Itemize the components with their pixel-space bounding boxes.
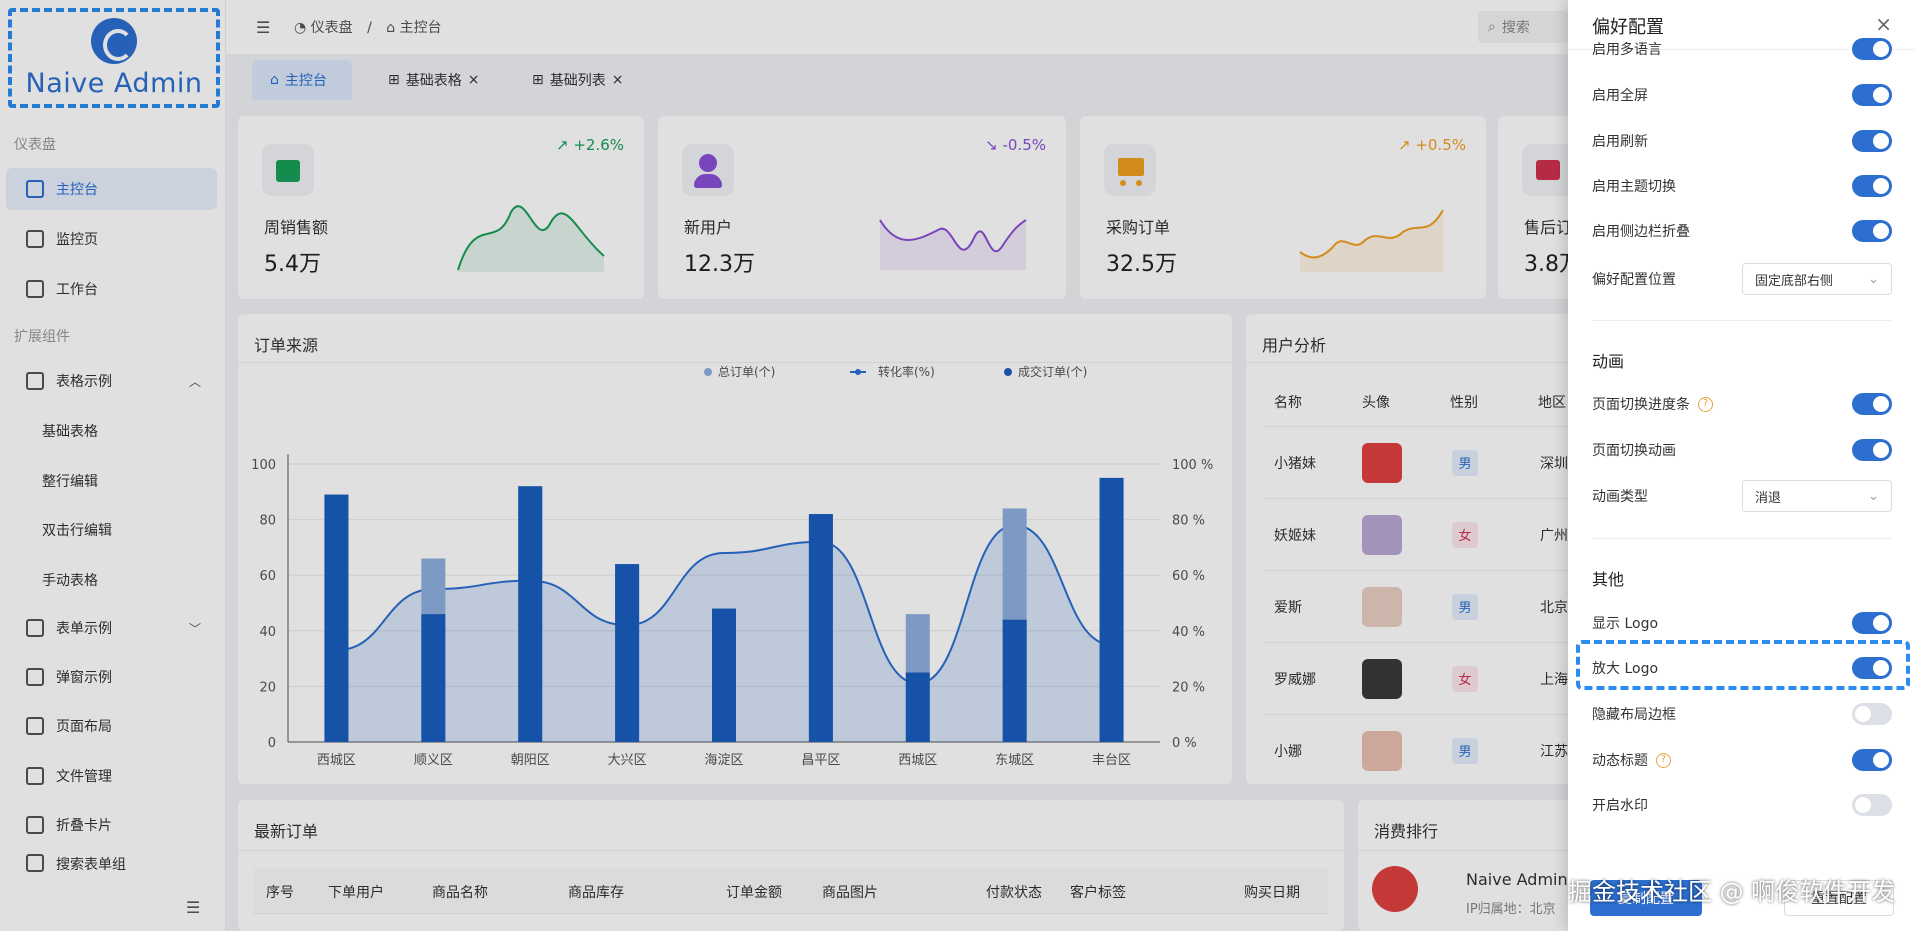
setting-label: 显示 Logo: [1592, 616, 1659, 632]
toggle-switch[interactable]: [1852, 749, 1892, 771]
chevron-down-icon: ⌄: [1868, 271, 1879, 287]
section-title-animation: 动画: [1592, 352, 1625, 371]
setting-row: 开启水印: [1592, 790, 1892, 820]
help-icon[interactable]: ?: [1656, 752, 1671, 768]
setting-row: 动画类型 消退 ⌄: [1592, 479, 1892, 513]
setting-row: 隐藏布局边框: [1592, 699, 1892, 729]
position-select[interactable]: 固定底部右侧 ⌄: [1742, 263, 1892, 295]
toggle-switch[interactable]: [1852, 175, 1892, 197]
watermark-text: 掘金技术社区 @ 啊俊软件开发: [1568, 878, 1896, 906]
setting-label: 启用多语言: [1592, 42, 1662, 58]
setting-label: 启用刷新: [1592, 134, 1648, 150]
close-icon[interactable]: ×: [1875, 12, 1892, 36]
setting-row: 启用侧边栏折叠: [1592, 216, 1892, 246]
setting-label: 动画类型: [1592, 489, 1648, 505]
toggle-switch[interactable]: [1852, 38, 1892, 60]
setting-row: 页面切换进度条?: [1592, 389, 1892, 419]
drawer-mask[interactable]: [0, 0, 1568, 931]
setting-label: 页面切换进度条: [1592, 397, 1690, 413]
setting-label: 开启水印: [1592, 798, 1648, 814]
setting-row: 动态标题?: [1592, 745, 1892, 775]
toggle-switch[interactable]: [1852, 794, 1892, 816]
setting-label: 偏好配置位置: [1592, 272, 1676, 288]
setting-row: 显示 Logo: [1592, 608, 1892, 638]
preferences-drawer: 偏好配置 × 启用多语言 启用全屏 启用刷新 启用主题切换 启用侧边栏折叠 偏好配置位置固…: [1568, 0, 1916, 931]
setting-label: 动态标题: [1592, 753, 1648, 769]
setting-row: 偏好配置位置 固定底部右侧 ⌄: [1592, 262, 1892, 296]
setting-label: 启用侧边栏折叠: [1592, 224, 1690, 240]
setting-row: 页面切换动画: [1592, 435, 1892, 465]
toggle-switch[interactable]: [1852, 439, 1892, 461]
divider: [1592, 538, 1892, 539]
setting-row: 启用刷新: [1592, 126, 1892, 156]
setting-row: 启用主题切换: [1592, 171, 1892, 201]
toggle-switch[interactable]: [1852, 84, 1892, 106]
divider: [1592, 320, 1892, 321]
setting-label: 页面切换动画: [1592, 443, 1676, 459]
animation-type-select[interactable]: 消退 ⌄: [1742, 480, 1892, 512]
highlight-frame: [1576, 640, 1910, 690]
section-title-other: 其他: [1592, 570, 1625, 589]
toggle-switch[interactable]: [1852, 703, 1892, 725]
toggle-switch[interactable]: [1852, 612, 1892, 634]
setting-label: 启用全屏: [1592, 88, 1648, 104]
setting-row: 启用全屏: [1592, 80, 1892, 110]
help-icon[interactable]: ?: [1698, 396, 1713, 412]
chevron-down-icon: ⌄: [1868, 488, 1879, 504]
toggle-switch[interactable]: [1852, 130, 1892, 152]
setting-label: 启用主题切换: [1592, 179, 1676, 195]
toggle-switch[interactable]: [1852, 393, 1892, 415]
setting-row: 启用多语言: [1592, 34, 1892, 64]
setting-label: 隐藏布局边框: [1592, 707, 1676, 723]
toggle-switch[interactable]: [1852, 220, 1892, 242]
